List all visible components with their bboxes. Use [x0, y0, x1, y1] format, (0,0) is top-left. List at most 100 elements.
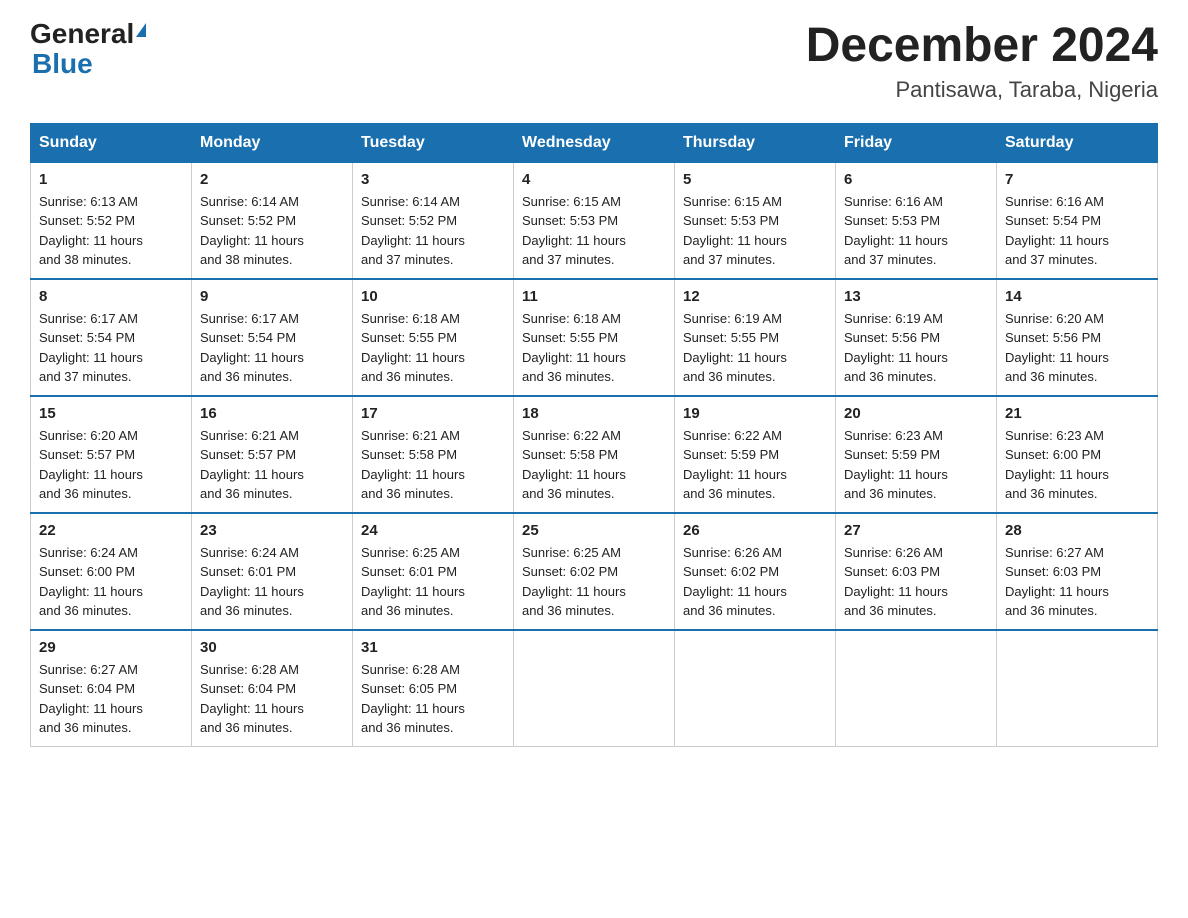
week-row-5: 29 Sunrise: 6:27 AMSunset: 6:04 PMDaylig… [31, 630, 1158, 747]
day-info: Sunrise: 6:13 AMSunset: 5:52 PMDaylight:… [39, 194, 143, 268]
day-number: 24 [361, 522, 505, 539]
day-cell: 16 Sunrise: 6:21 AMSunset: 5:57 PMDaylig… [192, 396, 353, 513]
day-info: Sunrise: 6:19 AMSunset: 5:55 PMDaylight:… [683, 311, 787, 385]
day-cell: 14 Sunrise: 6:20 AMSunset: 5:56 PMDaylig… [997, 279, 1158, 396]
day-info: Sunrise: 6:14 AMSunset: 5:52 PMDaylight:… [361, 194, 465, 268]
day-info: Sunrise: 6:28 AMSunset: 6:04 PMDaylight:… [200, 662, 304, 736]
day-number: 22 [39, 522, 183, 539]
day-cell [997, 630, 1158, 747]
day-info: Sunrise: 6:17 AMSunset: 5:54 PMDaylight:… [39, 311, 143, 385]
day-info: Sunrise: 6:20 AMSunset: 5:56 PMDaylight:… [1005, 311, 1109, 385]
header-tuesday: Tuesday [353, 123, 514, 162]
day-number: 25 [522, 522, 666, 539]
day-cell: 3 Sunrise: 6:14 AMSunset: 5:52 PMDayligh… [353, 162, 514, 279]
day-number: 17 [361, 405, 505, 422]
day-number: 15 [39, 405, 183, 422]
day-cell: 27 Sunrise: 6:26 AMSunset: 6:03 PMDaylig… [836, 513, 997, 630]
logo-general: General [30, 20, 134, 48]
day-cell: 17 Sunrise: 6:21 AMSunset: 5:58 PMDaylig… [353, 396, 514, 513]
day-number: 31 [361, 639, 505, 656]
day-cell: 19 Sunrise: 6:22 AMSunset: 5:59 PMDaylig… [675, 396, 836, 513]
day-number: 18 [522, 405, 666, 422]
day-cell: 24 Sunrise: 6:25 AMSunset: 6:01 PMDaylig… [353, 513, 514, 630]
day-number: 27 [844, 522, 988, 539]
day-info: Sunrise: 6:25 AMSunset: 6:01 PMDaylight:… [361, 545, 465, 619]
day-info: Sunrise: 6:15 AMSunset: 5:53 PMDaylight:… [683, 194, 787, 268]
day-cell: 28 Sunrise: 6:27 AMSunset: 6:03 PMDaylig… [997, 513, 1158, 630]
day-info: Sunrise: 6:27 AMSunset: 6:04 PMDaylight:… [39, 662, 143, 736]
day-number: 7 [1005, 171, 1149, 188]
day-info: Sunrise: 6:23 AMSunset: 6:00 PMDaylight:… [1005, 428, 1109, 502]
day-cell: 23 Sunrise: 6:24 AMSunset: 6:01 PMDaylig… [192, 513, 353, 630]
day-info: Sunrise: 6:26 AMSunset: 6:02 PMDaylight:… [683, 545, 787, 619]
day-cell: 31 Sunrise: 6:28 AMSunset: 6:05 PMDaylig… [353, 630, 514, 747]
day-number: 11 [522, 288, 666, 305]
header-sunday: Sunday [31, 123, 192, 162]
logo-blue: Blue [32, 48, 93, 80]
day-info: Sunrise: 6:24 AMSunset: 6:01 PMDaylight:… [200, 545, 304, 619]
day-cell: 26 Sunrise: 6:26 AMSunset: 6:02 PMDaylig… [675, 513, 836, 630]
day-number: 5 [683, 171, 827, 188]
day-info: Sunrise: 6:22 AMSunset: 5:58 PMDaylight:… [522, 428, 626, 502]
location-title: Pantisawa, Taraba, Nigeria [806, 77, 1158, 103]
day-number: 30 [200, 639, 344, 656]
day-info: Sunrise: 6:18 AMSunset: 5:55 PMDaylight:… [522, 311, 626, 385]
day-cell: 10 Sunrise: 6:18 AMSunset: 5:55 PMDaylig… [353, 279, 514, 396]
week-row-1: 1 Sunrise: 6:13 AMSunset: 5:52 PMDayligh… [31, 162, 1158, 279]
day-number: 6 [844, 171, 988, 188]
day-number: 3 [361, 171, 505, 188]
page-header: General Blue December 2024 Pantisawa, Ta… [30, 20, 1158, 103]
header-thursday: Thursday [675, 123, 836, 162]
day-cell: 7 Sunrise: 6:16 AMSunset: 5:54 PMDayligh… [997, 162, 1158, 279]
day-cell: 18 Sunrise: 6:22 AMSunset: 5:58 PMDaylig… [514, 396, 675, 513]
day-number: 13 [844, 288, 988, 305]
day-cell: 2 Sunrise: 6:14 AMSunset: 5:52 PMDayligh… [192, 162, 353, 279]
day-number: 9 [200, 288, 344, 305]
day-info: Sunrise: 6:17 AMSunset: 5:54 PMDaylight:… [200, 311, 304, 385]
day-cell: 4 Sunrise: 6:15 AMSunset: 5:53 PMDayligh… [514, 162, 675, 279]
day-number: 16 [200, 405, 344, 422]
calendar-table: SundayMondayTuesdayWednesdayThursdayFrid… [30, 123, 1158, 747]
day-info: Sunrise: 6:23 AMSunset: 5:59 PMDaylight:… [844, 428, 948, 502]
logo: General Blue [30, 20, 146, 80]
header-wednesday: Wednesday [514, 123, 675, 162]
day-info: Sunrise: 6:14 AMSunset: 5:52 PMDaylight:… [200, 194, 304, 268]
day-info: Sunrise: 6:20 AMSunset: 5:57 PMDaylight:… [39, 428, 143, 502]
day-info: Sunrise: 6:18 AMSunset: 5:55 PMDaylight:… [361, 311, 465, 385]
day-number: 19 [683, 405, 827, 422]
day-cell: 25 Sunrise: 6:25 AMSunset: 6:02 PMDaylig… [514, 513, 675, 630]
day-cell: 12 Sunrise: 6:19 AMSunset: 5:55 PMDaylig… [675, 279, 836, 396]
day-number: 14 [1005, 288, 1149, 305]
week-row-2: 8 Sunrise: 6:17 AMSunset: 5:54 PMDayligh… [31, 279, 1158, 396]
day-cell: 13 Sunrise: 6:19 AMSunset: 5:56 PMDaylig… [836, 279, 997, 396]
day-number: 29 [39, 639, 183, 656]
day-cell [836, 630, 997, 747]
day-cell: 22 Sunrise: 6:24 AMSunset: 6:00 PMDaylig… [31, 513, 192, 630]
day-info: Sunrise: 6:16 AMSunset: 5:54 PMDaylight:… [1005, 194, 1109, 268]
day-number: 26 [683, 522, 827, 539]
day-cell: 21 Sunrise: 6:23 AMSunset: 6:00 PMDaylig… [997, 396, 1158, 513]
week-row-4: 22 Sunrise: 6:24 AMSunset: 6:00 PMDaylig… [31, 513, 1158, 630]
day-info: Sunrise: 6:24 AMSunset: 6:00 PMDaylight:… [39, 545, 143, 619]
day-info: Sunrise: 6:27 AMSunset: 6:03 PMDaylight:… [1005, 545, 1109, 619]
day-number: 28 [1005, 522, 1149, 539]
day-info: Sunrise: 6:21 AMSunset: 5:57 PMDaylight:… [200, 428, 304, 502]
day-cell: 8 Sunrise: 6:17 AMSunset: 5:54 PMDayligh… [31, 279, 192, 396]
day-number: 4 [522, 171, 666, 188]
day-cell: 9 Sunrise: 6:17 AMSunset: 5:54 PMDayligh… [192, 279, 353, 396]
day-info: Sunrise: 6:15 AMSunset: 5:53 PMDaylight:… [522, 194, 626, 268]
day-info: Sunrise: 6:22 AMSunset: 5:59 PMDaylight:… [683, 428, 787, 502]
header-monday: Monday [192, 123, 353, 162]
day-cell: 20 Sunrise: 6:23 AMSunset: 5:59 PMDaylig… [836, 396, 997, 513]
header-friday: Friday [836, 123, 997, 162]
day-number: 12 [683, 288, 827, 305]
month-title: December 2024 [806, 20, 1158, 73]
day-number: 23 [200, 522, 344, 539]
day-number: 10 [361, 288, 505, 305]
day-cell [675, 630, 836, 747]
day-info: Sunrise: 6:26 AMSunset: 6:03 PMDaylight:… [844, 545, 948, 619]
day-cell: 30 Sunrise: 6:28 AMSunset: 6:04 PMDaylig… [192, 630, 353, 747]
day-info: Sunrise: 6:19 AMSunset: 5:56 PMDaylight:… [844, 311, 948, 385]
day-number: 2 [200, 171, 344, 188]
header-saturday: Saturday [997, 123, 1158, 162]
